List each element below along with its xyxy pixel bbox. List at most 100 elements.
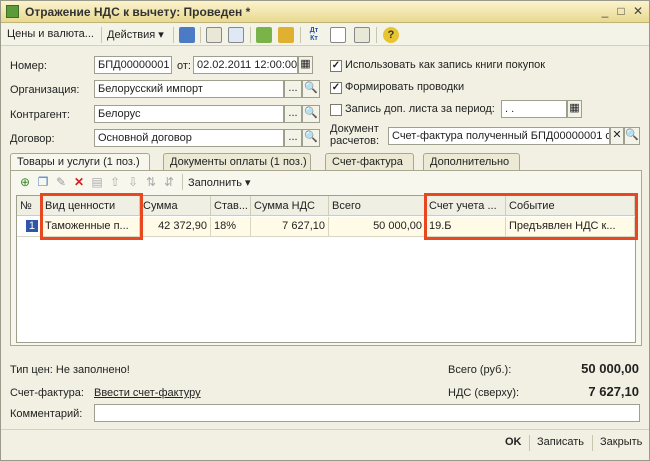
import-icon[interactable] [278, 27, 294, 43]
number-field[interactable]: БПД00000001 [94, 56, 172, 74]
window-title: Отражение НДС к вычету: Проведен * [25, 5, 251, 19]
column-header[interactable]: Вид ценности [42, 196, 140, 216]
organization-search-icon[interactable]: 🔍 [302, 80, 320, 98]
settlement-doc-label-2: расчетов: [330, 135, 380, 147]
organization-label: Организация: [10, 84, 80, 96]
footer-bar: OK Записать Закрыть [1, 429, 649, 460]
goods-services-panel: ⊕ ❐ ✎ ✕ ▤ ⇧ ⇩ ⇅ ⇵ Заполнить ▾ № Вид ценн… [10, 170, 642, 346]
use-purchase-book-label: Использовать как запись книги покупок [345, 59, 546, 71]
column-header[interactable]: Событие [506, 196, 635, 216]
add-row-icon[interactable]: ⊕ [17, 174, 33, 190]
settlement-doc-clear-icon[interactable]: ✕ [610, 127, 624, 145]
settlement-doc-field[interactable]: Счет-фактура полученный БПД00000001 от 0… [388, 127, 610, 145]
copy-row-icon[interactable]: ❐ [35, 174, 51, 190]
close-window-button[interactable]: ✕ [630, 4, 646, 19]
column-header[interactable]: Всего [329, 196, 426, 216]
sort-asc-icon[interactable]: ⇅ [143, 174, 159, 190]
table-cell[interactable]: 7 627,10 [251, 217, 329, 237]
total-value: 50 000,00 [581, 361, 639, 376]
table-cell[interactable]: 18% [211, 217, 251, 237]
form-postings-label: Формировать проводки [345, 81, 465, 93]
calendar-icon[interactable]: ▦ [298, 56, 313, 74]
organization-select-button[interactable]: ... [284, 80, 302, 98]
toolbar-divider [250, 27, 251, 43]
contract-search-icon[interactable]: 🔍 [302, 129, 320, 147]
extra-sheet-label: Запись доп. листа за период: [345, 103, 495, 115]
delete-row-icon[interactable]: ✕ [71, 174, 87, 190]
extra-sheet-checkbox[interactable] [330, 104, 342, 116]
fill-menu-button[interactable]: Заполнить ▾ [188, 176, 251, 189]
dt-kt-icon[interactable]: Дт Кт [306, 27, 322, 43]
contractor-search-icon[interactable]: 🔍 [302, 105, 320, 123]
save-button[interactable]: Записать [537, 436, 584, 448]
toolbar-divider [300, 27, 301, 43]
vat-value: 7 627,10 [588, 384, 639, 399]
footer-divider [529, 435, 530, 451]
toolbar-divider [376, 27, 377, 43]
tab-additional[interactable]: Дополнительно [423, 153, 520, 170]
ok-button[interactable]: OK [505, 436, 522, 448]
copy-icon[interactable] [228, 27, 244, 43]
create-invoice-link[interactable]: Ввести счет-фактуру [94, 387, 201, 399]
minimize-button[interactable]: _ [597, 4, 613, 19]
panel-toolbar-divider [182, 174, 183, 190]
table-cell[interactable]: 42 372,90 [140, 217, 211, 237]
document-window: Отражение НДС к вычету: Проведен * _ □ ✕… [0, 0, 650, 461]
refresh-icon[interactable] [206, 27, 222, 43]
column-header[interactable]: Сумма НДС [251, 196, 329, 216]
organization-field[interactable]: Белорусский импорт [94, 80, 284, 98]
comment-label: Комментарий: [10, 408, 83, 420]
extra-sheet-period-field[interactable]: . . [501, 100, 567, 118]
tab-payment-docs[interactable]: Документы оплаты (1 поз.) [163, 153, 311, 170]
invoice-label: Счет-фактура: [10, 387, 84, 399]
comment-field[interactable] [94, 404, 640, 422]
contractor-select-button[interactable]: ... [284, 105, 302, 123]
contract-field[interactable]: Основной договор [94, 129, 284, 147]
goods-table: № Вид ценности Сумма Став... Сумма НДС В… [16, 193, 638, 343]
document-icon [6, 5, 19, 18]
end-edit-icon[interactable]: ▤ [89, 174, 105, 190]
move-up-icon[interactable]: ⇧ [107, 174, 123, 190]
table-cell[interactable]: 19.Б [426, 217, 506, 237]
settlement-doc-label: Документ [330, 123, 379, 135]
total-label: Всего (руб.): [448, 364, 512, 376]
post-icon[interactable] [179, 27, 195, 43]
settlement-doc-search-icon[interactable]: 🔍 [624, 127, 640, 145]
table-cell[interactable]: 1 [17, 217, 42, 237]
toolbar-divider [200, 27, 201, 43]
toolbar-divider [173, 27, 174, 43]
tab-invoice[interactable]: Счет-фактура [325, 153, 414, 170]
table-cell[interactable]: Предъявлен НДС к... [506, 217, 635, 237]
contract-select-button[interactable]: ... [284, 129, 302, 147]
list-icon[interactable] [354, 27, 370, 43]
move-down-icon[interactable]: ⇩ [125, 174, 141, 190]
form-postings-checkbox[interactable]: ✓ [330, 82, 342, 94]
number-label: Номер: [10, 60, 47, 72]
period-calendar-icon[interactable]: ▦ [567, 100, 582, 118]
export-icon[interactable] [256, 27, 272, 43]
column-header[interactable]: Счет учета ... [426, 196, 506, 216]
toolbar-divider [101, 27, 102, 43]
help-icon[interactable]: ? [383, 27, 399, 43]
sort-desc-icon[interactable]: ⇵ [161, 174, 177, 190]
title-bar: Отражение НДС к вычету: Проведен * _ □ ✕ [1, 1, 649, 23]
contractor-field[interactable]: Белорус [94, 105, 284, 123]
row-number: 1 [25, 220, 38, 232]
vat-label: НДС (сверху): [448, 387, 520, 399]
tab-goods-services[interactable]: Товары и услуги (1 поз.) [10, 153, 150, 171]
column-header[interactable]: Сумма [140, 196, 211, 216]
column-header[interactable]: Став... [211, 196, 251, 216]
prices-currency-button[interactable]: Цены и валюта... [7, 28, 94, 40]
document-print-icon[interactable] [330, 27, 346, 43]
close-button[interactable]: Закрыть [600, 436, 642, 448]
use-purchase-book-checkbox[interactable]: ✓ [330, 60, 342, 72]
contract-label: Договор: [10, 133, 55, 145]
date-label: от: [177, 60, 191, 72]
maximize-button[interactable]: □ [613, 4, 629, 19]
table-cell[interactable]: 50 000,00 [329, 217, 426, 237]
date-field[interactable]: 02.02.2011 12:00:00 [193, 56, 298, 74]
table-cell[interactable]: Таможенные п... [42, 217, 140, 237]
actions-menu-button[interactable]: Действия ▾ [107, 28, 164, 41]
column-header[interactable]: № [17, 196, 42, 216]
edit-row-icon[interactable]: ✎ [53, 174, 69, 190]
